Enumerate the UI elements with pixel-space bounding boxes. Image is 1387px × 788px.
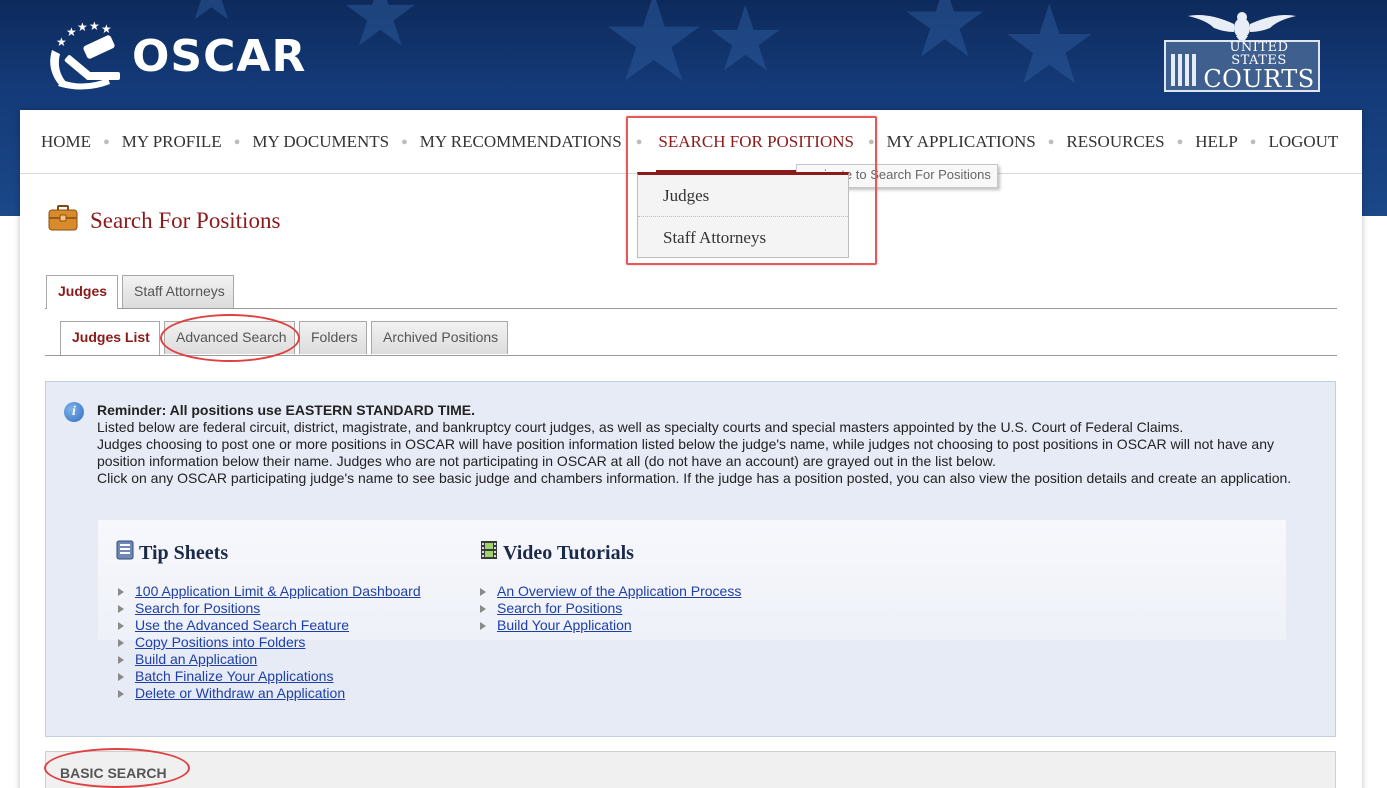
bullet-arrow-icon	[118, 672, 124, 681]
info-text: Reminder: All positions use EASTERN STAN…	[97, 402, 1317, 487]
nav-home[interactable]: HOME	[41, 132, 91, 152]
nav-resources[interactable]: RESOURCES	[1066, 132, 1164, 152]
nav-help[interactable]: HELP	[1195, 132, 1238, 152]
list-item: Search for Positions	[118, 600, 421, 617]
courts-logo-bottom: COURTS	[1203, 65, 1315, 93]
video-tutorials-title: Video Tutorials	[503, 541, 634, 564]
briefcase-icon	[48, 205, 78, 236]
video-link-overview[interactable]: An Overview of the Application Process	[497, 583, 741, 600]
nav-my-documents[interactable]: MY DOCUMENTS	[252, 132, 389, 152]
columns-icon	[1166, 42, 1200, 90]
svg-text:★: ★	[77, 20, 88, 34]
star-decoration: ★	[340, 0, 421, 67]
info-line-3: Click on any OSCAR participating judge's…	[97, 470, 1292, 486]
list-item: 100 Application Limit & Application Dash…	[118, 583, 421, 600]
list-item: Build an Application	[118, 651, 421, 668]
list-item: An Overview of the Application Process	[480, 583, 741, 600]
list-item: Search for Positions	[480, 600, 741, 617]
primary-tabs-baseline	[45, 308, 1337, 309]
star-decoration: ★	[600, 0, 708, 109]
annotation-highlight-box	[626, 116, 877, 265]
eagle-icon	[1188, 12, 1296, 44]
info-line-1: Listed below are federal circuit, distri…	[97, 419, 1184, 435]
page-title-row: Search For Positions	[48, 205, 280, 236]
tab-archived-positions[interactable]: Archived Positions	[371, 321, 508, 354]
nav-my-applications[interactable]: MY APPLICATIONS	[887, 132, 1036, 152]
tip-sheets-list: 100 Application Limit & Application Dash…	[118, 583, 421, 702]
info-icon: i	[64, 402, 84, 422]
oscar-logo[interactable]: ★ ★ ★ ★ ★ OSCAR	[44, 19, 307, 92]
gavel-icon: ★ ★ ★ ★ ★	[44, 19, 126, 92]
video-tutorials-heading: Video Tutorials	[480, 540, 634, 566]
star-decoration: ★	[705, 0, 786, 92]
tab-judges-list[interactable]: Judges List	[60, 321, 160, 355]
tip-link-search-positions[interactable]: Search for Positions	[135, 600, 260, 617]
bullet-arrow-icon	[118, 587, 124, 596]
list-item: Delete or Withdraw an Application	[118, 685, 421, 702]
reminder-text: Reminder: All positions use EASTERN STAN…	[97, 402, 476, 418]
star-decoration: ★	[1000, 0, 1099, 109]
svg-text:★: ★	[89, 20, 100, 33]
document-icon	[116, 540, 134, 566]
courts-box: UNITED STATES COURTS	[1164, 40, 1320, 92]
tip-link-delete-withdraw[interactable]: Delete or Withdraw an Application	[135, 685, 345, 702]
bullet-arrow-icon	[118, 638, 124, 647]
nav-my-profile[interactable]: MY PROFILE	[122, 132, 222, 152]
nav-separator: ●	[233, 135, 241, 148]
svg-text:★: ★	[56, 35, 67, 49]
bullet-arrow-icon	[480, 587, 486, 596]
tab-staff-attorneys[interactable]: Staff Attorneys	[122, 275, 234, 308]
tip-link-batch-finalize[interactable]: Batch Finalize Your Applications	[135, 668, 333, 685]
svg-text:★: ★	[66, 25, 77, 39]
nav-separator: ●	[1047, 135, 1055, 148]
bullet-arrow-icon	[480, 621, 486, 630]
nav-my-recommendations[interactable]: MY RECOMMENDATIONS	[420, 132, 622, 152]
annotation-ellipse-advanced-search	[160, 314, 300, 362]
bullet-arrow-icon	[118, 604, 124, 613]
video-tutorials-list: An Overview of the Application Process S…	[480, 583, 741, 634]
tip-link-application-limit[interactable]: 100 Application Limit & Application Dash…	[135, 583, 421, 600]
bullet-arrow-icon	[118, 655, 124, 664]
tab-folders[interactable]: Folders	[299, 321, 367, 354]
bullet-arrow-icon	[480, 604, 486, 613]
star-decoration: ★	[900, 0, 990, 80]
tip-link-copy-positions[interactable]: Copy Positions into Folders	[135, 634, 305, 651]
nav-separator: ●	[401, 135, 408, 148]
nav-separator: ●	[1176, 135, 1184, 148]
annotation-ellipse-basic-search	[44, 748, 190, 788]
tip-sheets-heading: Tip Sheets	[116, 540, 228, 566]
info-line-2: Judges choosing to post one or more posi…	[97, 436, 1274, 469]
tab-judges[interactable]: Judges	[46, 275, 118, 309]
list-item: Build Your Application	[480, 617, 741, 634]
tip-link-advanced-search[interactable]: Use the Advanced Search Feature	[135, 617, 349, 634]
resources-box: Tip Sheets 100 Application Limit & Appli…	[98, 520, 1286, 701]
video-link-build-application[interactable]: Build Your Application	[497, 617, 632, 634]
list-item: Copy Positions into Folders	[118, 634, 421, 651]
nav-separator: ●	[103, 135, 110, 148]
video-link-search-positions[interactable]: Search for Positions	[497, 600, 622, 617]
film-icon	[480, 540, 498, 566]
svg-text:★: ★	[101, 22, 112, 36]
nav-separator: ●	[1249, 135, 1257, 148]
nav-logout[interactable]: LOGOUT	[1268, 132, 1338, 152]
tip-link-build-application[interactable]: Build an Application	[135, 651, 257, 668]
list-item: Use the Advanced Search Feature	[118, 617, 421, 634]
courts-logo-top: UNITED STATES	[1229, 40, 1289, 68]
basic-search-section[interactable]: BASIC SEARCH	[45, 751, 1336, 788]
bullet-arrow-icon	[118, 621, 124, 630]
brand-name: OSCAR	[132, 30, 307, 82]
list-item: Batch Finalize Your Applications	[118, 668, 421, 685]
page-title: Search For Positions	[90, 207, 281, 233]
us-courts-logo: UNITED STATES COURTS	[1158, 10, 1326, 94]
tip-sheets-title: Tip Sheets	[139, 541, 229, 564]
bullet-arrow-icon	[118, 689, 124, 698]
info-panel: i Reminder: All positions use EASTERN ST…	[45, 381, 1336, 737]
